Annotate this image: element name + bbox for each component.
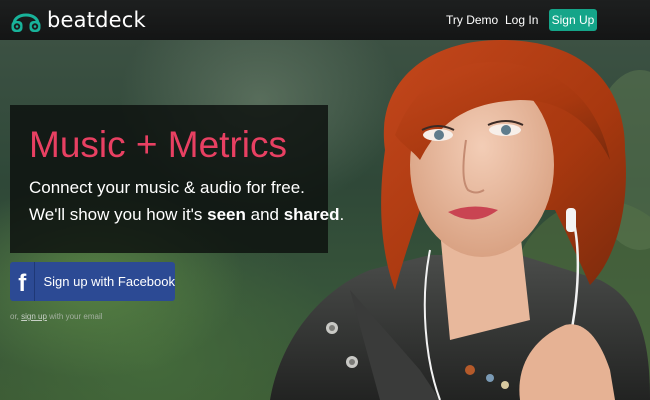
- log-in-link[interactable]: Log In: [505, 12, 538, 28]
- email-signup-suffix: with your email: [46, 312, 103, 321]
- facebook-icon-box: f: [10, 262, 36, 301]
- email-signup-link[interactable]: sign up: [21, 312, 47, 321]
- facebook-icon: f: [18, 269, 27, 297]
- facebook-signup-button[interactable]: f Sign up with Facebook: [10, 262, 175, 301]
- try-demo-link[interactable]: Try Demo: [446, 12, 498, 28]
- tagline-prefix: We'll show you how it's: [29, 205, 208, 224]
- hero-headline: Music + Metrics: [29, 124, 288, 165]
- top-navigation-bar: beatdeck Try Demo Log In Sign Up: [0, 0, 650, 40]
- headphones-icon: [11, 13, 41, 32]
- facebook-signup-label: Sign up with Facebook: [43, 274, 175, 289]
- email-signup-text: or, sign up with your email: [10, 312, 103, 321]
- hero-text-panel: Music + Metrics Connect your music & aud…: [10, 105, 344, 253]
- email-signup-prefix: or,: [10, 312, 22, 321]
- hero-tagline-2: We'll show you how it's seen and shared.: [29, 204, 344, 226]
- tagline-shared: shared: [283, 205, 340, 224]
- tagline-suffix: .: [339, 205, 345, 224]
- tagline-seen: seen: [207, 205, 246, 224]
- sign-up-button[interactable]: Sign Up: [549, 9, 597, 31]
- hero-tagline-1: Connect your music & audio for free.: [29, 178, 305, 197]
- brand-logo[interactable]: beatdeck: [10, 6, 146, 34]
- tagline-and: and: [245, 205, 284, 224]
- brand-name: beatdeck: [47, 8, 146, 32]
